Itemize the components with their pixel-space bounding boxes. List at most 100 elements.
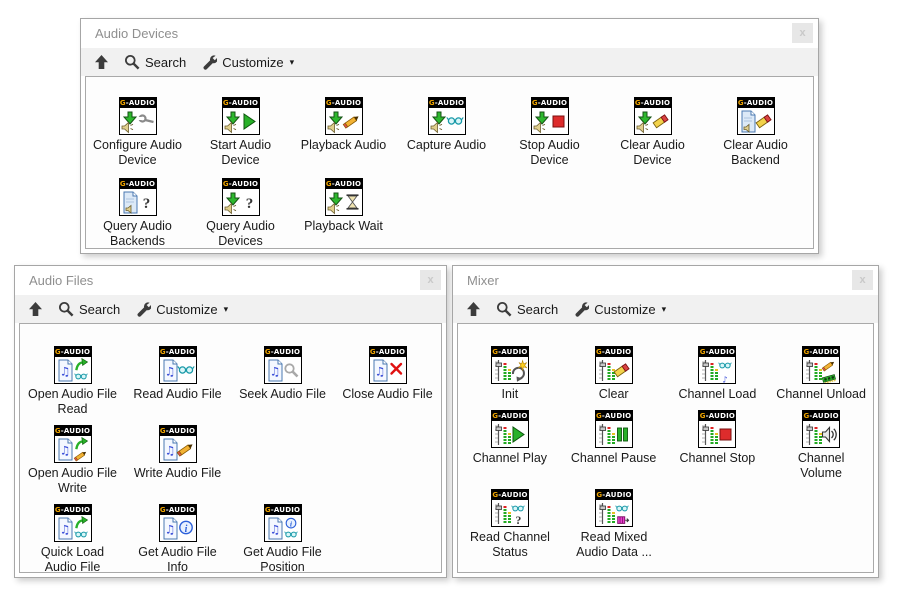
item-channel-unload[interactable]: G-AUDIO Channel Unload (769, 346, 873, 402)
icon-row: G-AUDIO Init G-AUDIO Clear G-AUDIO♪ Chan… (458, 346, 873, 402)
search-label: Search (517, 302, 558, 317)
item-label: Start Audio Device (195, 138, 287, 168)
item-write-audio-file[interactable]: G-AUDIO♫ Write Audio File (125, 425, 230, 496)
customize-button[interactable]: Customize ▾ (201, 54, 294, 70)
icon-row: G-AUDIO♫ Quick Load Audio File G-AUDIO♫i… (20, 504, 441, 573)
start-audio-device-icon (223, 108, 259, 134)
item-read-audio-file[interactable]: G-AUDIO♫ Read Audio File (125, 346, 230, 417)
item-label: Stop Audio Device (504, 138, 596, 168)
query-audio-devices-icon: ? (223, 189, 259, 215)
close-icon: x (859, 274, 865, 286)
read-channel-status-icon: ? (492, 500, 528, 526)
customize-button[interactable]: Customize ▾ (135, 301, 228, 317)
item-query-audio-backends[interactable]: G-AUDIO? Query Audio Backends (86, 178, 189, 249)
icon-row: G-AUDIO♫ Open Audio File Write G-AUDIO♫ … (20, 425, 441, 496)
search-button[interactable]: Search (58, 301, 120, 317)
query-audio-backends-icon: ? (120, 189, 156, 215)
svg-text:♫: ♫ (59, 443, 70, 457)
up-arrow-icon (466, 301, 481, 317)
customize-button[interactable]: Customize ▾ (573, 301, 666, 317)
item-query-audio-devices[interactable]: G-AUDIO? Query Audio Devices (189, 178, 292, 249)
palette-toolbar: Search Customize ▾ (453, 295, 878, 323)
item-label: Quick Load Audio File (27, 545, 119, 573)
write-audio-file-icon: ♫ (160, 436, 196, 462)
item-label: Init (502, 387, 519, 402)
chevron-down-icon: ▾ (290, 57, 295, 68)
close-button[interactable]: x (420, 270, 441, 290)
item-label: Channel Stop (679, 451, 755, 466)
item-read-mixed-audio-data[interactable]: G-AUDIO Read Mixed Audio Data ... (562, 489, 666, 560)
item-label: Close Audio File (342, 387, 432, 402)
g-audio-banner: G-AUDIO (265, 347, 301, 357)
item-channel-load[interactable]: G-AUDIO♪ Channel Load (666, 346, 770, 402)
wrench-icon (573, 301, 589, 317)
item-channel-play[interactable]: G-AUDIO Channel Play (458, 410, 562, 481)
item-open-audio-file-read[interactable]: G-AUDIO♫ Open Audio File Read (20, 346, 125, 417)
palette-titlebar[interactable]: Mixer x (453, 266, 878, 295)
item-label: Seek Audio File (239, 387, 326, 402)
item-label: Read Audio File (133, 387, 221, 402)
item-get-audio-file-info[interactable]: G-AUDIO♫i Get Audio File Info (125, 504, 230, 573)
icon-row: G-AUDIO? Query Audio Backends G-AUDIO? Q… (86, 178, 813, 249)
search-button[interactable]: Search (124, 54, 186, 70)
search-icon (124, 54, 140, 70)
item-channel-stop[interactable]: G-AUDIO Channel Stop (666, 410, 770, 481)
palette-titlebar[interactable]: Audio Devices x (81, 19, 818, 48)
stop-audio-device-icon (532, 108, 568, 134)
close-icon: x (427, 274, 433, 286)
up-one-level-button[interactable] (28, 301, 43, 317)
palette-content-area: G-AUDIO Init G-AUDIO Clear G-AUDIO ♪ Chan… (457, 323, 874, 573)
svg-text:♪: ♪ (723, 375, 728, 382)
g-audio-banner: G-AUDIO (160, 426, 196, 436)
item-clear-audio-device[interactable]: G-AUDIO Clear Audio Device (601, 97, 704, 168)
capture-audio-icon (429, 108, 465, 134)
icon-row: G-AUDIO Configure Audio Device G-AUDIO S… (86, 97, 813, 168)
audio-files-palette-window: Audio Files x Search Customize ▾ G-AUDIO… (14, 265, 447, 578)
item-label: Playback Wait (304, 219, 383, 234)
item-clear[interactable]: G-AUDIO Clear (562, 346, 666, 402)
chevron-down-icon: ▾ (662, 304, 667, 315)
channel-stop-icon (699, 421, 735, 447)
g-audio-banner: G-AUDIO (265, 505, 301, 515)
item-clear-audio-backend[interactable]: G-AUDIO Clear Audio Backend (704, 97, 807, 168)
item-quick-load-audio-file[interactable]: G-AUDIO♫ Quick Load Audio File (20, 504, 125, 573)
channel-load-icon: ♪ (699, 357, 735, 383)
item-close-audio-file[interactable]: G-AUDIO♫ Close Audio File (335, 346, 440, 417)
item-channel-volume[interactable]: G-AUDIO Channel Volume (769, 410, 873, 481)
item-read-channel-status[interactable]: G-AUDIO? Read Channel Status (458, 489, 562, 560)
g-audio-banner: G-AUDIO (326, 98, 362, 108)
item-start-audio-device[interactable]: G-AUDIO Start Audio Device (189, 97, 292, 168)
item-open-audio-file-write[interactable]: G-AUDIO♫ Open Audio File Write (20, 425, 125, 496)
item-playback-audio[interactable]: G-AUDIO Playback Audio (292, 97, 395, 168)
item-playback-wait[interactable]: G-AUDIO Playback Wait (292, 178, 395, 249)
customize-label: Customize (594, 302, 655, 317)
item-get-audio-file-position[interactable]: G-AUDIO♫i Get Audio File Position (230, 504, 335, 573)
g-audio-banner: G-AUDIO (699, 347, 735, 357)
item-stop-audio-device[interactable]: G-AUDIO Stop Audio Device (498, 97, 601, 168)
item-configure-audio-device[interactable]: G-AUDIO Configure Audio Device (86, 97, 189, 168)
read-audio-file-icon: ♫ (160, 357, 196, 383)
channel-unload-icon (803, 357, 839, 383)
g-audio-banner: G-AUDIO (492, 490, 528, 500)
item-init[interactable]: G-AUDIO Init (458, 346, 562, 402)
item-channel-pause[interactable]: G-AUDIO Channel Pause (562, 410, 666, 481)
close-audio-file-icon: ♫ (370, 357, 406, 383)
up-one-level-button[interactable] (466, 301, 481, 317)
item-label: Channel Pause (571, 451, 656, 466)
svg-text:♫: ♫ (59, 522, 70, 536)
up-one-level-button[interactable] (94, 54, 109, 70)
g-audio-banner: G-AUDIO (55, 426, 91, 436)
item-seek-audio-file[interactable]: G-AUDIO♫ Seek Audio File (230, 346, 335, 417)
item-capture-audio[interactable]: G-AUDIO Capture Audio (395, 97, 498, 168)
svg-text:?: ? (245, 196, 253, 212)
g-audio-banner: G-AUDIO (596, 490, 632, 500)
quick-load-audio-file-icon: ♫ (55, 515, 91, 541)
icon-row: G-AUDIO♫ Open Audio File Read G-AUDIO♫ R… (20, 346, 441, 417)
svg-text:♫: ♫ (164, 364, 175, 378)
svg-text:♫: ♫ (269, 522, 280, 536)
palette-titlebar[interactable]: Audio Files x (15, 266, 446, 295)
close-button[interactable]: x (792, 23, 813, 43)
wrench-icon (201, 54, 217, 70)
search-button[interactable]: Search (496, 301, 558, 317)
close-button[interactable]: x (852, 270, 873, 290)
